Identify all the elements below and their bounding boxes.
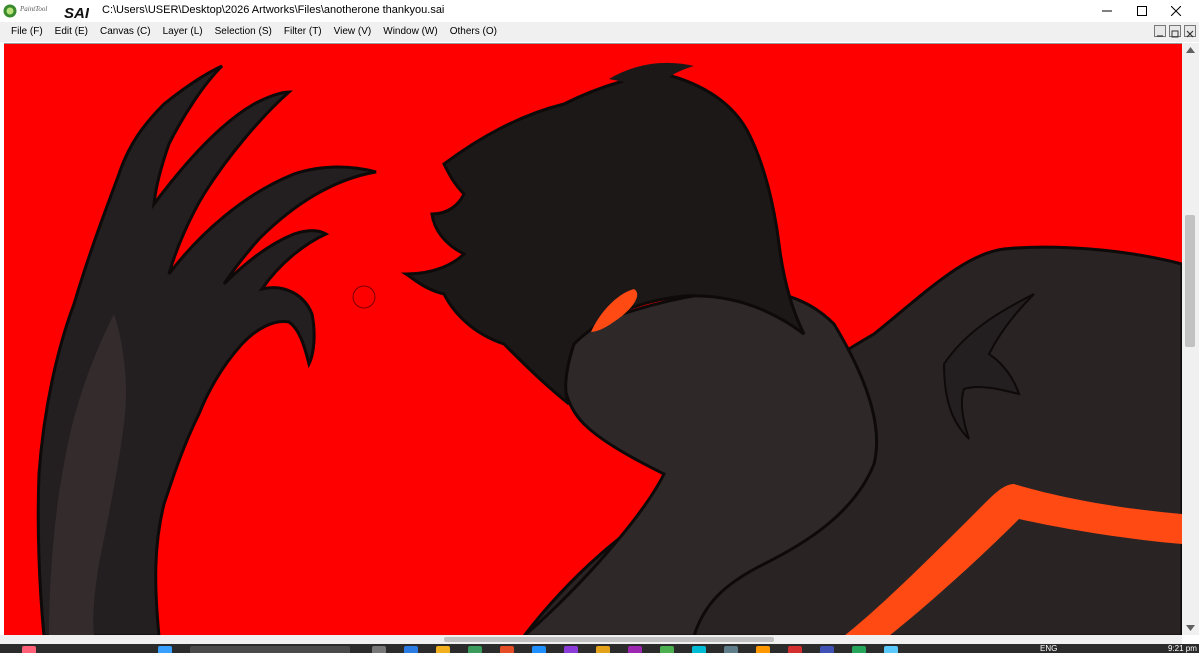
- taskbar-icon[interactable]: [532, 646, 546, 653]
- menu-canvas[interactable]: Canvas (C): [94, 22, 157, 42]
- window-title: C:\Users\USER\Desktop\2026 Artworks\File…: [102, 4, 445, 16]
- menu-file[interactable]: File (F): [5, 22, 49, 42]
- taskbar-icon[interactable]: [404, 646, 418, 653]
- scroll-up-arrow-icon[interactable]: [1186, 47, 1195, 53]
- brush-cursor-circle: [352, 285, 376, 309]
- taskbar-icon[interactable]: [596, 646, 610, 653]
- taskbar-icon[interactable]: [468, 646, 482, 653]
- taskbar-icon[interactable]: [852, 646, 866, 653]
- scroll-down-arrow-icon[interactable]: [1186, 625, 1195, 631]
- mdi-close-icon: [1186, 30, 1194, 38]
- app-logo: PaintTool SAI: [3, 4, 89, 20]
- menu-edit[interactable]: Edit (E): [49, 22, 94, 42]
- clock[interactable]: 9:21 pm: [1168, 645, 1197, 653]
- taskbar-icon[interactable]: [756, 646, 770, 653]
- taskbar-icon[interactable]: [724, 646, 738, 653]
- close-icon: [1171, 6, 1181, 16]
- maximize-icon: [1137, 6, 1147, 16]
- title-bar[interactable]: PaintTool SAI C:\Users\USER\Desktop\2026…: [0, 0, 1199, 22]
- menu-window[interactable]: Window (W): [377, 22, 443, 42]
- menu-view[interactable]: View (V): [328, 22, 378, 42]
- horizontal-scroll-thumb[interactable]: [444, 637, 774, 642]
- logo-small-text: PaintTool: [19, 5, 47, 13]
- taskbar-icon[interactable]: [884, 646, 898, 653]
- taskbar-icon[interactable]: [788, 646, 802, 653]
- logo-big-text: SAI: [64, 5, 89, 20]
- menu-others[interactable]: Others (O): [444, 22, 503, 42]
- close-button[interactable]: [1153, 0, 1199, 22]
- mdi-close-button[interactable]: [1184, 25, 1196, 38]
- folder-icon[interactable]: [436, 646, 450, 653]
- start-icon[interactable]: [158, 646, 172, 653]
- mdi-minimize-button[interactable]: [1154, 25, 1166, 37]
- taskbar-icon[interactable]: [500, 646, 514, 653]
- taskbar-icon[interactable]: [564, 646, 578, 653]
- mdi-restore-button[interactable]: [1169, 25, 1181, 38]
- horizontal-scrollbar[interactable]: [0, 635, 1182, 644]
- taskbar-icon[interactable]: [660, 646, 674, 653]
- vertical-scrollbar[interactable]: [1182, 43, 1199, 635]
- taskbar-icon[interactable]: [628, 646, 642, 653]
- mdi-restore-icon: [1171, 30, 1179, 38]
- language-indicator[interactable]: ENG: [1040, 645, 1057, 653]
- artwork: [36, 62, 1182, 636]
- menu-bar: File (F) Edit (E) Canvas (C) Layer (L) S…: [0, 22, 1199, 42]
- taskbar-icon[interactable]: [692, 646, 706, 653]
- vertical-scroll-thumb[interactable]: [1185, 215, 1195, 347]
- drawing-canvas[interactable]: [4, 43, 1182, 636]
- menu-layer[interactable]: Layer (L): [157, 22, 209, 42]
- minimize-icon: [1102, 10, 1112, 12]
- taskbar-icon[interactable]: [820, 646, 834, 653]
- menu-selection[interactable]: Selection (S): [209, 22, 278, 42]
- taskbar: [0, 644, 1199, 653]
- search-box[interactable]: [190, 646, 350, 653]
- taskbar-app-icon[interactable]: [22, 646, 36, 653]
- menu-filter[interactable]: Filter (T): [278, 22, 328, 42]
- mdi-minimize-icon: [1157, 35, 1163, 37]
- taskbar-icon[interactable]: [372, 646, 386, 653]
